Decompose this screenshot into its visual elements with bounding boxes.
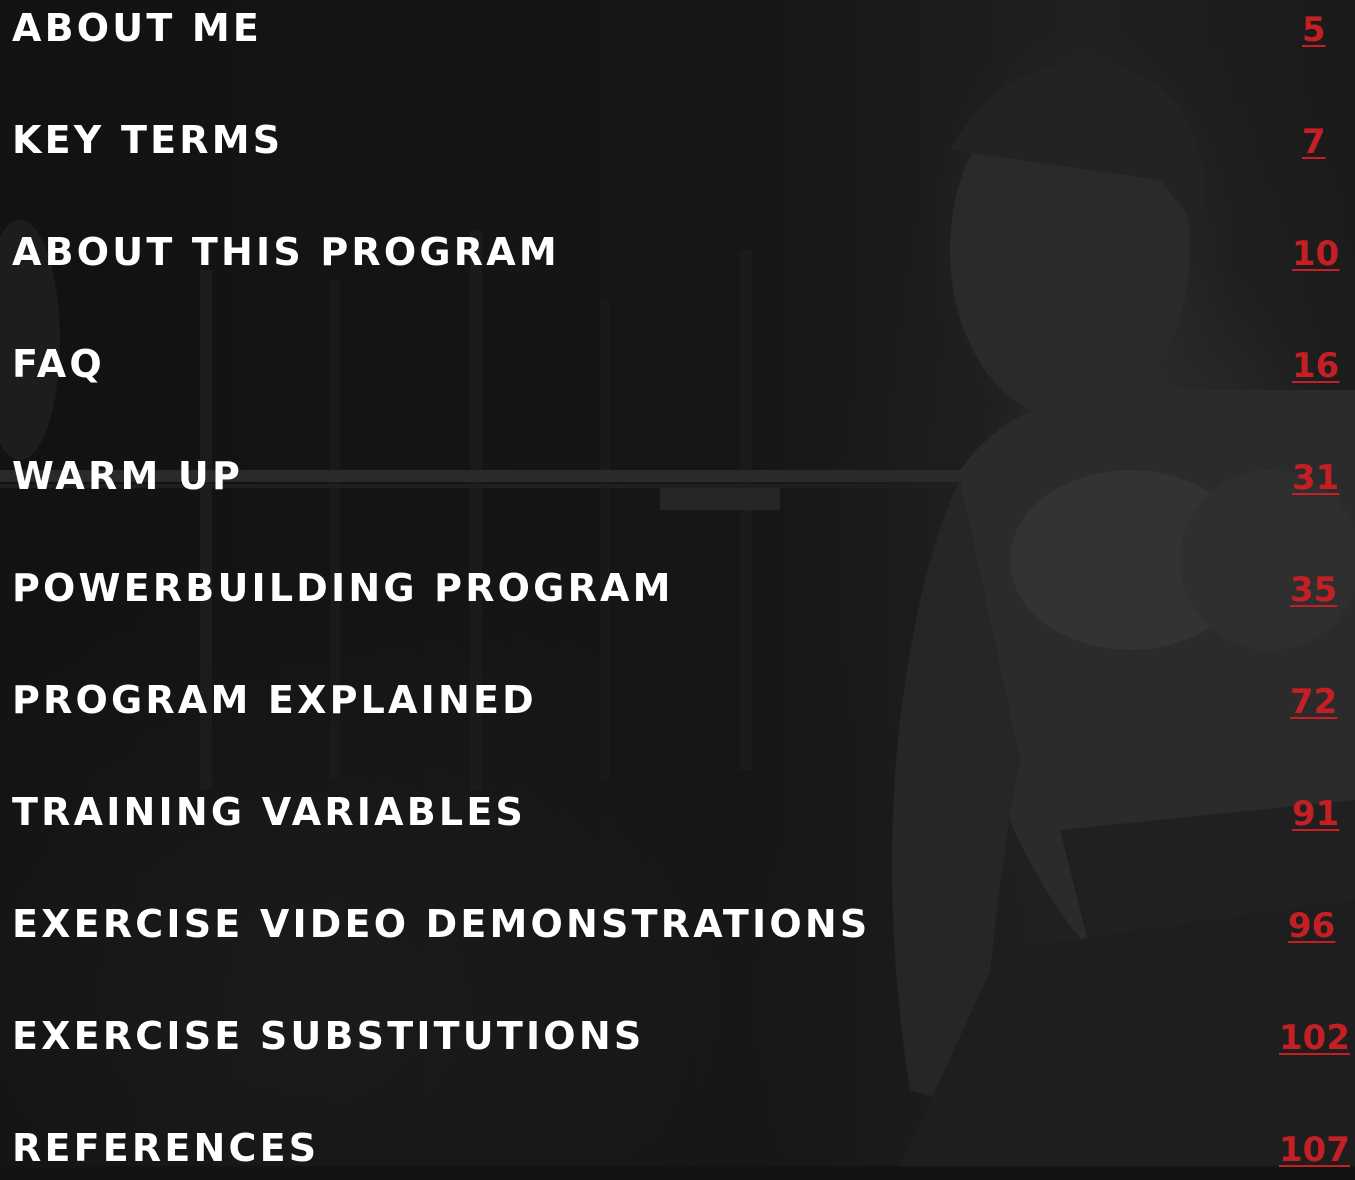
toc-entry-training-variables[interactable]: TRAINING VARIABLES 91 (0, 784, 1355, 844)
toc-entry-references[interactable]: REFERENCES 107 (0, 1120, 1355, 1180)
toc-entry-title[interactable]: REFERENCES (12, 1124, 319, 1172)
toc-entry-title[interactable]: WARM UP (12, 452, 243, 500)
toc-entry-title[interactable]: TRAINING VARIABLES (12, 788, 526, 836)
toc-entry-title[interactable]: ABOUT ME (12, 4, 262, 52)
toc-entry-powerbuilding-program[interactable]: POWERBUILDING PROGRAM 35 (0, 560, 1355, 620)
toc-entry-page-link[interactable]: 7 (1302, 120, 1326, 164)
toc-entry-page-link[interactable]: 96 (1288, 904, 1335, 948)
toc-entry-page-link[interactable]: 107 (1279, 1128, 1350, 1172)
toc-entry-faq[interactable]: FAQ 16 (0, 336, 1355, 396)
toc-entry-page-link[interactable]: 16 (1292, 344, 1339, 388)
toc-entry-title[interactable]: ABOUT THIS PROGRAM (12, 228, 560, 276)
toc-entry-page-link[interactable]: 35 (1290, 568, 1337, 612)
toc-entry-exercise-video-demonstrations[interactable]: EXERCISE VIDEO DEMONSTRATIONS 96 (0, 896, 1355, 956)
toc-entry-page-link[interactable]: 31 (1292, 456, 1339, 500)
toc-entry-title[interactable]: KEY TERMS (12, 116, 283, 164)
toc-entry-about-me[interactable]: ABOUT ME 5 (0, 0, 1355, 60)
toc-entry-key-terms[interactable]: KEY TERMS 7 (0, 112, 1355, 172)
toc-entry-title[interactable]: EXERCISE SUBSTITUTIONS (12, 1012, 644, 1060)
toc-entry-about-this-program[interactable]: ABOUT THIS PROGRAM 10 (0, 224, 1355, 284)
toc-entry-page-link[interactable]: 72 (1290, 680, 1337, 724)
toc-entry-exercise-substitutions[interactable]: EXERCISE SUBSTITUTIONS 102 (0, 1008, 1355, 1068)
toc-entry-page-link[interactable]: 102 (1279, 1016, 1350, 1060)
toc-entry-warm-up[interactable]: WARM UP 31 (0, 448, 1355, 508)
table-of-contents: ABOUT ME 5 KEY TERMS 7 ABOUT THIS PROGRA… (0, 0, 1355, 1170)
toc-entry-title[interactable]: EXERCISE VIDEO DEMONSTRATIONS (12, 900, 870, 948)
toc-entry-title[interactable]: POWERBUILDING PROGRAM (12, 564, 674, 612)
toc-entry-page-link[interactable]: 10 (1292, 232, 1339, 276)
toc-entry-page-link[interactable]: 91 (1292, 792, 1339, 836)
toc-entry-title[interactable]: FAQ (12, 340, 105, 388)
toc-entry-title[interactable]: PROGRAM EXPLAINED (12, 676, 537, 724)
toc-entry-program-explained[interactable]: PROGRAM EXPLAINED 72 (0, 672, 1355, 732)
toc-entry-page-link[interactable]: 5 (1302, 8, 1326, 52)
